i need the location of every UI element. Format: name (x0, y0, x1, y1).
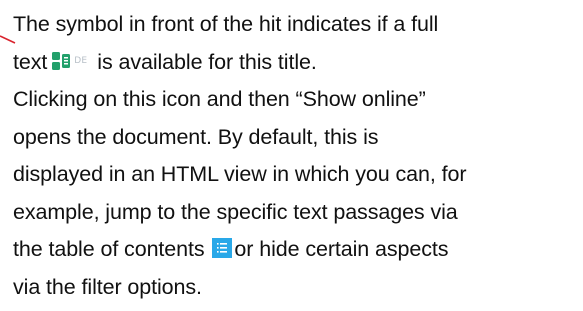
text-fragment: or hide certain aspects (234, 237, 449, 261)
fulltext-document-icon[interactable]: DE (51, 51, 91, 71)
text-line-5: displayed in an HTML view in which you c… (13, 162, 467, 186)
language-label: DE (74, 55, 88, 66)
text-line-2: text DE is available for this title. (13, 44, 579, 82)
text-line-7: the table of contents or hide certain as… (13, 231, 579, 269)
help-paragraph: The symbol in front of the hit indicates… (13, 6, 579, 306)
text-fragment: the table of contents (13, 237, 205, 261)
text-fragment: text (13, 49, 48, 74)
text-line-6: example, jump to the specific text passa… (13, 199, 458, 224)
text-line-1: The symbol in front of the hit indicates… (13, 12, 439, 36)
table-of-contents-icon[interactable] (212, 237, 233, 258)
text-line-8: via the filter options. (13, 274, 202, 299)
text-line-4: opens the document. By default, this is (13, 124, 379, 149)
text-fragment: is available for this title. (97, 49, 317, 74)
text-line-3: Clicking on this icon and then “Show onl… (13, 87, 426, 111)
